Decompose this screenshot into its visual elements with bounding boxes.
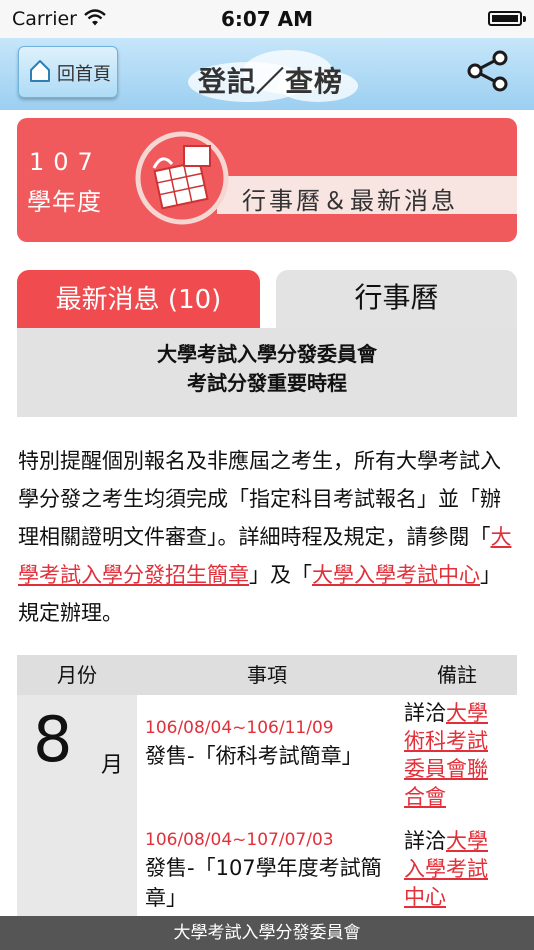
- notice-text-1: 特別提醒個別報名及非應屆之考生，所有大學考試入學分發之考生均須完成「指定科目考試…: [18, 449, 501, 549]
- header-month: 月份: [17, 655, 137, 695]
- footer-bar: 大學考試入學分發委員會: [0, 916, 534, 950]
- notice-text-2: 」及「: [249, 563, 312, 587]
- header-note: 備註: [397, 655, 517, 695]
- month-number: 8: [33, 703, 73, 776]
- notice-paragraph: 特別提醒個別報名及非應屆之考生，所有大學考試入學分發之考生均須完成「指定科目考試…: [18, 442, 518, 632]
- status-bar: Carrier 6:07 AM: [0, 0, 534, 38]
- heading-line-2: 考試分發重要時程: [187, 371, 347, 395]
- event-note: 詳洽大學術科考試委員會聯合會: [404, 699, 504, 811]
- logo-text: 登記／查榜: [198, 65, 344, 98]
- month-unit: 月: [101, 753, 124, 778]
- event-date: 106/08/04~107/07/03: [145, 830, 334, 850]
- event-description: 發售-「107學年度考試簡章」: [145, 856, 382, 910]
- note-prefix: 詳洽: [404, 829, 446, 853]
- banner-year: 107: [29, 148, 102, 176]
- link-exam-center[interactable]: 大學入學考試中心: [312, 563, 480, 587]
- home-button-label: 回首頁: [57, 64, 111, 85]
- note-prefix: 詳洽: [404, 701, 446, 725]
- tab-calendar[interactable]: 行事曆: [276, 270, 517, 328]
- nav-bar: 回首頁 登記／查榜: [0, 38, 534, 110]
- schedule-table: 月份 事項 備註 8 月 106/08/04~106/11/09 發售-「術科考…: [17, 655, 517, 917]
- house-icon: [30, 60, 50, 82]
- heading-line-1: 大學考試入學分發委員會: [157, 342, 377, 366]
- banner-title-strip: 行事曆＆最新消息: [217, 176, 517, 215]
- table-row: 106/08/04~107/07/03 發售-「107學年度考試簡章」: [145, 827, 395, 913]
- table-row: 106/08/04~106/11/09 發售-「術科考試簡章」: [145, 715, 395, 771]
- share-icon[interactable]: [465, 48, 511, 94]
- header-item: 事項: [137, 655, 397, 695]
- home-button[interactable]: 回首頁: [18, 46, 118, 98]
- event-note: 詳洽大學入學考試中心: [404, 827, 504, 911]
- banner-title: 行事曆＆最新消息: [242, 187, 458, 215]
- event-date: 106/08/04~106/11/09: [145, 718, 334, 738]
- section-heading: 大學考試入學分發委員會 考試分發重要時程: [17, 328, 517, 417]
- clock: 6:07 AM: [220, 7, 314, 31]
- event-description: 發售-「術科考試簡章」: [145, 744, 363, 768]
- banner: 107 學年度 行事曆＆最新消息: [17, 118, 517, 242]
- battery-icon: [488, 11, 526, 26]
- calendar-emblem-icon: [135, 131, 229, 225]
- tab-latest-news[interactable]: 最新消息 (10): [17, 270, 260, 328]
- month-cell: 8 月: [17, 695, 137, 917]
- app-logo: 登記／查榜: [178, 44, 364, 106]
- banner-grade: 學年度: [27, 188, 102, 216]
